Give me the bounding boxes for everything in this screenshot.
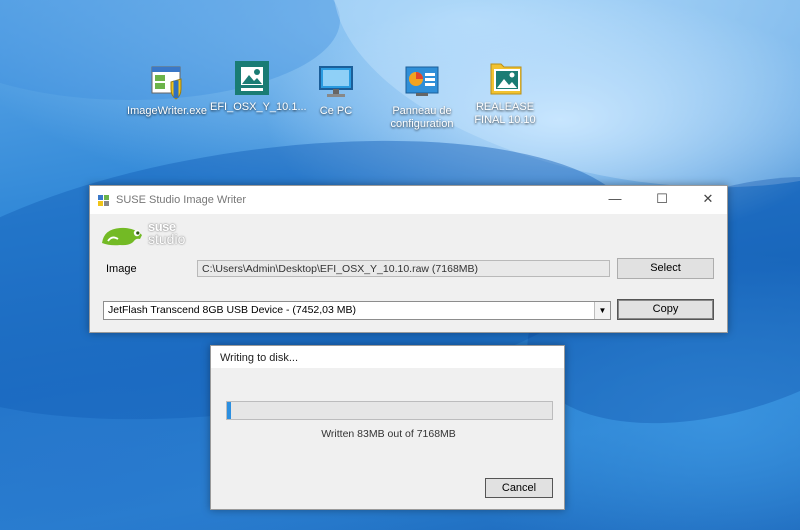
cancel-button[interactable]: Cancel: [485, 478, 553, 498]
image-writer-window: SUSE Studio Image Writer — ☐ ✕ suse stud…: [89, 185, 728, 333]
desktop-icon-efi-raw[interactable]: EFI_OSX_Y_10.1...: [210, 58, 307, 114]
select-button[interactable]: Select: [617, 258, 714, 279]
logo-text-studio: studio: [148, 231, 186, 247]
progress-status-text: Written 83MB out of 7168MB: [321, 428, 456, 440]
maximize-button[interactable]: ☐: [640, 186, 684, 214]
device-select-value: JetFlash Transcend 8GB USB Device - (745…: [108, 304, 357, 316]
control-panel-icon: [402, 62, 442, 102]
window-titlebar[interactable]: SUSE Studio Image Writer — ☐ ✕: [90, 186, 727, 214]
image-label: Image: [106, 263, 137, 275]
progress-bar-fill: [227, 402, 231, 419]
app-icon: [98, 194, 110, 206]
image-path-field: C:\Users\Admin\Desktop\EFI_OSX_Y_10.10.r…: [197, 260, 610, 277]
computer-monitor-icon: [316, 62, 356, 102]
desktop-icon-label: Panneau de configuration: [390, 105, 454, 130]
desktop-icon-label: REALEASE FINAL 10.10: [474, 101, 536, 126]
device-select[interactable]: JetFlash Transcend 8GB USB Device - (745…: [103, 301, 611, 320]
desktop-icon-release-folder[interactable]: REALEASE FINAL 10.10: [463, 58, 547, 127]
desktop-icon-label: EFI_OSX_Y_10.1...: [210, 101, 307, 113]
desktop-icon-label: ImageWriter.exe: [127, 105, 207, 117]
desktop-icon-label: Ce PC: [319, 105, 353, 117]
app-shield-icon: [147, 62, 187, 102]
window-title: SUSE Studio Image Writer: [116, 194, 247, 206]
copy-button[interactable]: Copy: [617, 299, 714, 320]
minimize-button[interactable]: —: [593, 186, 637, 214]
desktop-icon-imagewriter[interactable]: ImageWriter.exe: [125, 62, 209, 118]
chevron-down-icon[interactable]: ▼: [594, 302, 610, 319]
desktop-icon-this-pc[interactable]: Ce PC: [294, 62, 378, 118]
image-folder-icon: [485, 58, 525, 98]
dialog-title: Writing to disk...: [211, 346, 564, 368]
image-file-icon: [232, 58, 272, 98]
progress-bar: [226, 401, 553, 420]
close-button[interactable]: ✕: [686, 186, 730, 214]
writing-progress-dialog: Writing to disk... Written 83MB out of 7…: [210, 345, 565, 510]
desktop-icon-control-panel[interactable]: Panneau de configuration: [380, 62, 464, 131]
